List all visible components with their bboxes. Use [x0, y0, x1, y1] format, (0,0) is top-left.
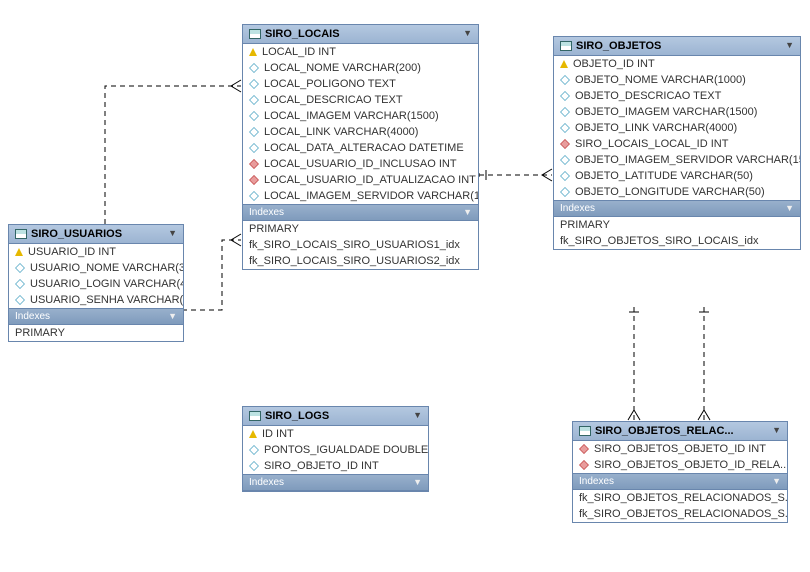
index-row: fk_SIRO_LOCAIS_SIRO_USUARIOS2_idx: [243, 253, 478, 269]
index-row: fk_SIRO_OBJETOS_RELACIONADOS_S...: [573, 490, 787, 506]
collapse-icon[interactable]: ▼: [772, 476, 781, 486]
entity-title: SIRO_OBJETOS: [576, 40, 661, 52]
column-icon: [249, 111, 259, 121]
fk-icon: [560, 139, 570, 149]
column-icon: [249, 461, 259, 471]
collapse-icon[interactable]: ▼: [168, 228, 177, 238]
table-icon: [560, 41, 572, 51]
collapse-icon[interactable]: ▼: [168, 311, 177, 321]
collapse-icon[interactable]: ▼: [772, 425, 781, 435]
column-row: LOCAL_USUARIO_ID_ATUALIZACAO INT: [243, 172, 478, 188]
column-icon: [15, 295, 25, 305]
column-row: SIRO_OBJETOS_OBJETO_ID INT: [573, 441, 787, 457]
column-icon: [249, 191, 259, 201]
collapse-icon[interactable]: ▼: [413, 410, 422, 420]
entity-header[interactable]: SIRO_USUARIOS ▼: [9, 225, 183, 244]
column-row: LOCAL_LINK VARCHAR(4000): [243, 124, 478, 140]
column-row: ID INT: [243, 426, 428, 442]
column-row: LOCAL_IMAGEM_SERVIDOR VARCHAR(1500): [243, 188, 478, 204]
column-row: USUARIO_SENHA VARCHAR(10): [9, 292, 183, 308]
column-row: OBJETO_NOME VARCHAR(1000): [554, 72, 800, 88]
column-icon: [560, 91, 570, 101]
index-row: PRIMARY: [9, 325, 183, 341]
collapse-icon[interactable]: ▼: [413, 477, 422, 487]
entity-header[interactable]: SIRO_LOCAIS ▼: [243, 25, 478, 44]
column-row: OBJETO_LINK VARCHAR(4000): [554, 120, 800, 136]
pk-icon: [249, 430, 257, 438]
column-row: LOCAL_IMAGEM VARCHAR(1500): [243, 108, 478, 124]
column-icon: [15, 279, 25, 289]
entity-siro-locais[interactable]: SIRO_LOCAIS ▼ LOCAL_ID INT LOCAL_NOME VA…: [242, 24, 479, 270]
entity-siro-usuarios[interactable]: SIRO_USUARIOS ▼ USUARIO_ID INT USUARIO_N…: [8, 224, 184, 342]
entity-header[interactable]: SIRO_OBJETOS_RELAC... ▼: [573, 422, 787, 441]
column-row: OBJETO_DESCRICAO TEXT: [554, 88, 800, 104]
column-icon: [560, 187, 570, 197]
column-row: USUARIO_LOGIN VARCHAR(45): [9, 276, 183, 292]
indexes-header[interactable]: Indexes▼: [243, 204, 478, 221]
indexes-header[interactable]: Indexes▼: [573, 473, 787, 490]
column-row: LOCAL_NOME VARCHAR(200): [243, 60, 478, 76]
column-row: USUARIO_ID INT: [9, 244, 183, 260]
indexes-header[interactable]: Indexes▼: [9, 308, 183, 325]
column-row: LOCAL_DATA_ALTERACAO DATETIME: [243, 140, 478, 156]
index-row: fk_SIRO_OBJETOS_RELACIONADOS_S...: [573, 506, 787, 522]
column-icon: [249, 79, 259, 89]
entity-title: SIRO_OBJETOS_RELAC...: [595, 425, 734, 437]
collapse-icon[interactable]: ▼: [785, 203, 794, 213]
column-icon: [560, 171, 570, 181]
column-row: USUARIO_NOME VARCHAR(300): [9, 260, 183, 276]
entity-header[interactable]: SIRO_LOGS ▼: [243, 407, 428, 426]
entity-siro-objetos-relac[interactable]: SIRO_OBJETOS_RELAC... ▼ SIRO_OBJETOS_OBJ…: [572, 421, 788, 523]
column-row: PONTOS_IGUALDADE DOUBLE: [243, 442, 428, 458]
column-row: LOCAL_POLIGONO TEXT: [243, 76, 478, 92]
column-row: SIRO_LOCAIS_LOCAL_ID INT: [554, 136, 800, 152]
table-icon: [249, 29, 261, 39]
entity-siro-logs[interactable]: SIRO_LOGS ▼ ID INT PONTOS_IGUALDADE DOUB…: [242, 406, 429, 492]
table-icon: [15, 229, 27, 239]
index-row: PRIMARY: [554, 217, 800, 233]
column-row: SIRO_OBJETO_ID INT: [243, 458, 428, 474]
indexes-header[interactable]: Indexes▼: [243, 474, 428, 491]
column-icon: [560, 155, 570, 165]
column-icon: [560, 75, 570, 85]
entity-header[interactable]: SIRO_OBJETOS ▼: [554, 37, 800, 56]
table-icon: [579, 426, 591, 436]
column-row: OBJETO_IMAGEM VARCHAR(1500): [554, 104, 800, 120]
column-row: OBJETO_LATITUDE VARCHAR(50): [554, 168, 800, 184]
column-row: LOCAL_USUARIO_ID_INCLUSAO INT: [243, 156, 478, 172]
fk-icon: [249, 159, 259, 169]
column-icon: [249, 127, 259, 137]
fk-icon: [579, 460, 589, 470]
column-row: LOCAL_ID INT: [243, 44, 478, 60]
fk-icon: [579, 444, 589, 454]
column-icon: [15, 263, 25, 273]
fk-icon: [249, 175, 259, 185]
collapse-icon[interactable]: ▼: [463, 207, 472, 217]
index-row: fk_SIRO_OBJETOS_SIRO_LOCAIS_idx: [554, 233, 800, 249]
column-icon: [249, 95, 259, 105]
entity-title: SIRO_LOCAIS: [265, 28, 340, 40]
entity-siro-objetos[interactable]: SIRO_OBJETOS ▼ OBJETO_ID INT OBJETO_NOME…: [553, 36, 801, 250]
column-icon: [249, 445, 259, 455]
column-row: OBJETO_ID INT: [554, 56, 800, 72]
column-icon: [560, 107, 570, 117]
column-row: LOCAL_DESCRICAO TEXT: [243, 92, 478, 108]
index-row: fk_SIRO_LOCAIS_SIRO_USUARIOS1_idx: [243, 237, 478, 253]
collapse-icon[interactable]: ▼: [463, 28, 472, 38]
pk-icon: [249, 48, 257, 56]
indexes-header[interactable]: Indexes▼: [554, 200, 800, 217]
pk-icon: [15, 248, 23, 256]
pk-icon: [560, 60, 568, 68]
column-icon: [249, 63, 259, 73]
column-icon: [560, 123, 570, 133]
column-icon: [249, 143, 259, 153]
entity-title: SIRO_LOGS: [265, 410, 329, 422]
collapse-icon[interactable]: ▼: [785, 40, 794, 50]
column-row: OBJETO_IMAGEM_SERVIDOR VARCHAR(1500): [554, 152, 800, 168]
column-row: OBJETO_LONGITUDE VARCHAR(50): [554, 184, 800, 200]
column-row: SIRO_OBJETOS_OBJETO_ID_RELA...: [573, 457, 787, 473]
table-icon: [249, 411, 261, 421]
index-row: PRIMARY: [243, 221, 478, 237]
entity-title: SIRO_USUARIOS: [31, 228, 122, 240]
